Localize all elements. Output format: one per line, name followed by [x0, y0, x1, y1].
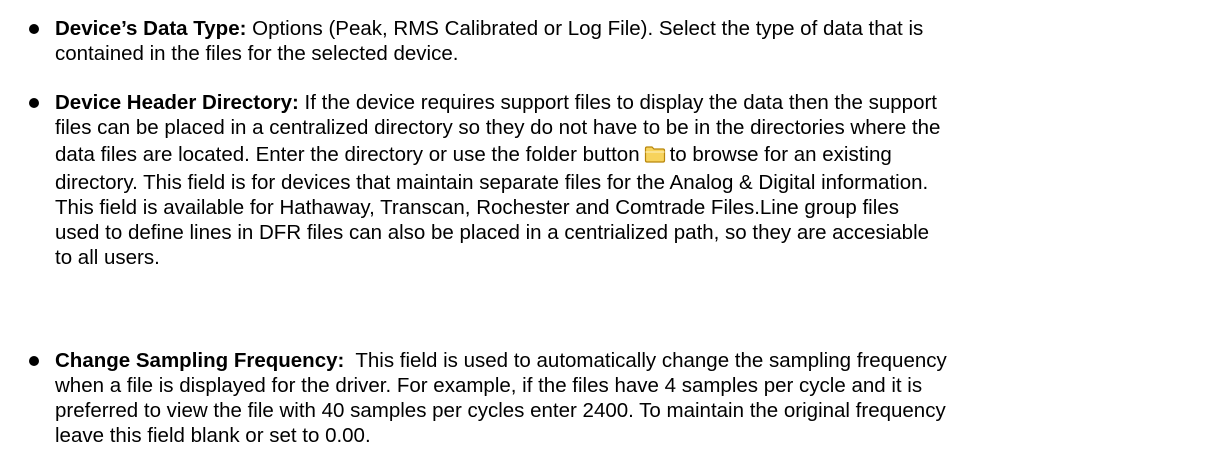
- text-line: Device’s Data Type: Options (Peak, RMS C…: [55, 16, 1215, 41]
- description-text: Options (Peak, RMS Calibrated or Log Fil…: [246, 17, 924, 40]
- bullet-icon: [29, 98, 39, 108]
- bullet-icon: [29, 24, 39, 34]
- description-text: data files are located. Enter the direct…: [55, 143, 640, 166]
- description-text: If the device requires support files to …: [298, 91, 938, 114]
- term-label: Change Sampling Frequency:: [55, 349, 345, 372]
- bullet-icon: [29, 356, 39, 366]
- text-line: leave this field blank or set to 0.00.: [55, 424, 371, 447]
- text-line: used to define lines in DFR files can al…: [55, 221, 930, 244]
- text-line: files can be placed in a centralized dir…: [55, 116, 941, 139]
- text-line: to all users.: [55, 246, 160, 269]
- description-text: This field is used to automatically chan…: [344, 349, 947, 372]
- folder-icon: [644, 142, 666, 163]
- list-item-text: Change Sampling Frequency: This field is…: [55, 348, 1215, 448]
- text-line: when a file is displayed for the driver.…: [55, 374, 923, 397]
- list-item-text: Device Header Directory: If the device r…: [55, 90, 1215, 270]
- text-line: Device Header Directory: If the device r…: [55, 90, 1215, 115]
- text-line: data files are located. Enter the direct…: [55, 140, 1215, 170]
- term-label: Device’s Data Type:: [55, 17, 247, 40]
- term-label: Device Header Directory:: [55, 91, 299, 114]
- text-line: Change Sampling Frequency: This field is…: [55, 348, 1215, 373]
- text-line: contained in the files for the selected …: [55, 42, 459, 65]
- text-line: preferred to view the file with 40 sampl…: [55, 399, 946, 422]
- description-text: to browse for an existing: [669, 143, 892, 166]
- list-item-text: Device’s Data Type: Options (Peak, RMS C…: [55, 16, 1215, 66]
- text-line: directory. This field is for devices tha…: [55, 171, 929, 194]
- document-page: Device’s Data Type: Options (Peak, RMS C…: [0, 0, 1231, 474]
- text-line: This field is available for Hathaway, Tr…: [55, 196, 899, 219]
